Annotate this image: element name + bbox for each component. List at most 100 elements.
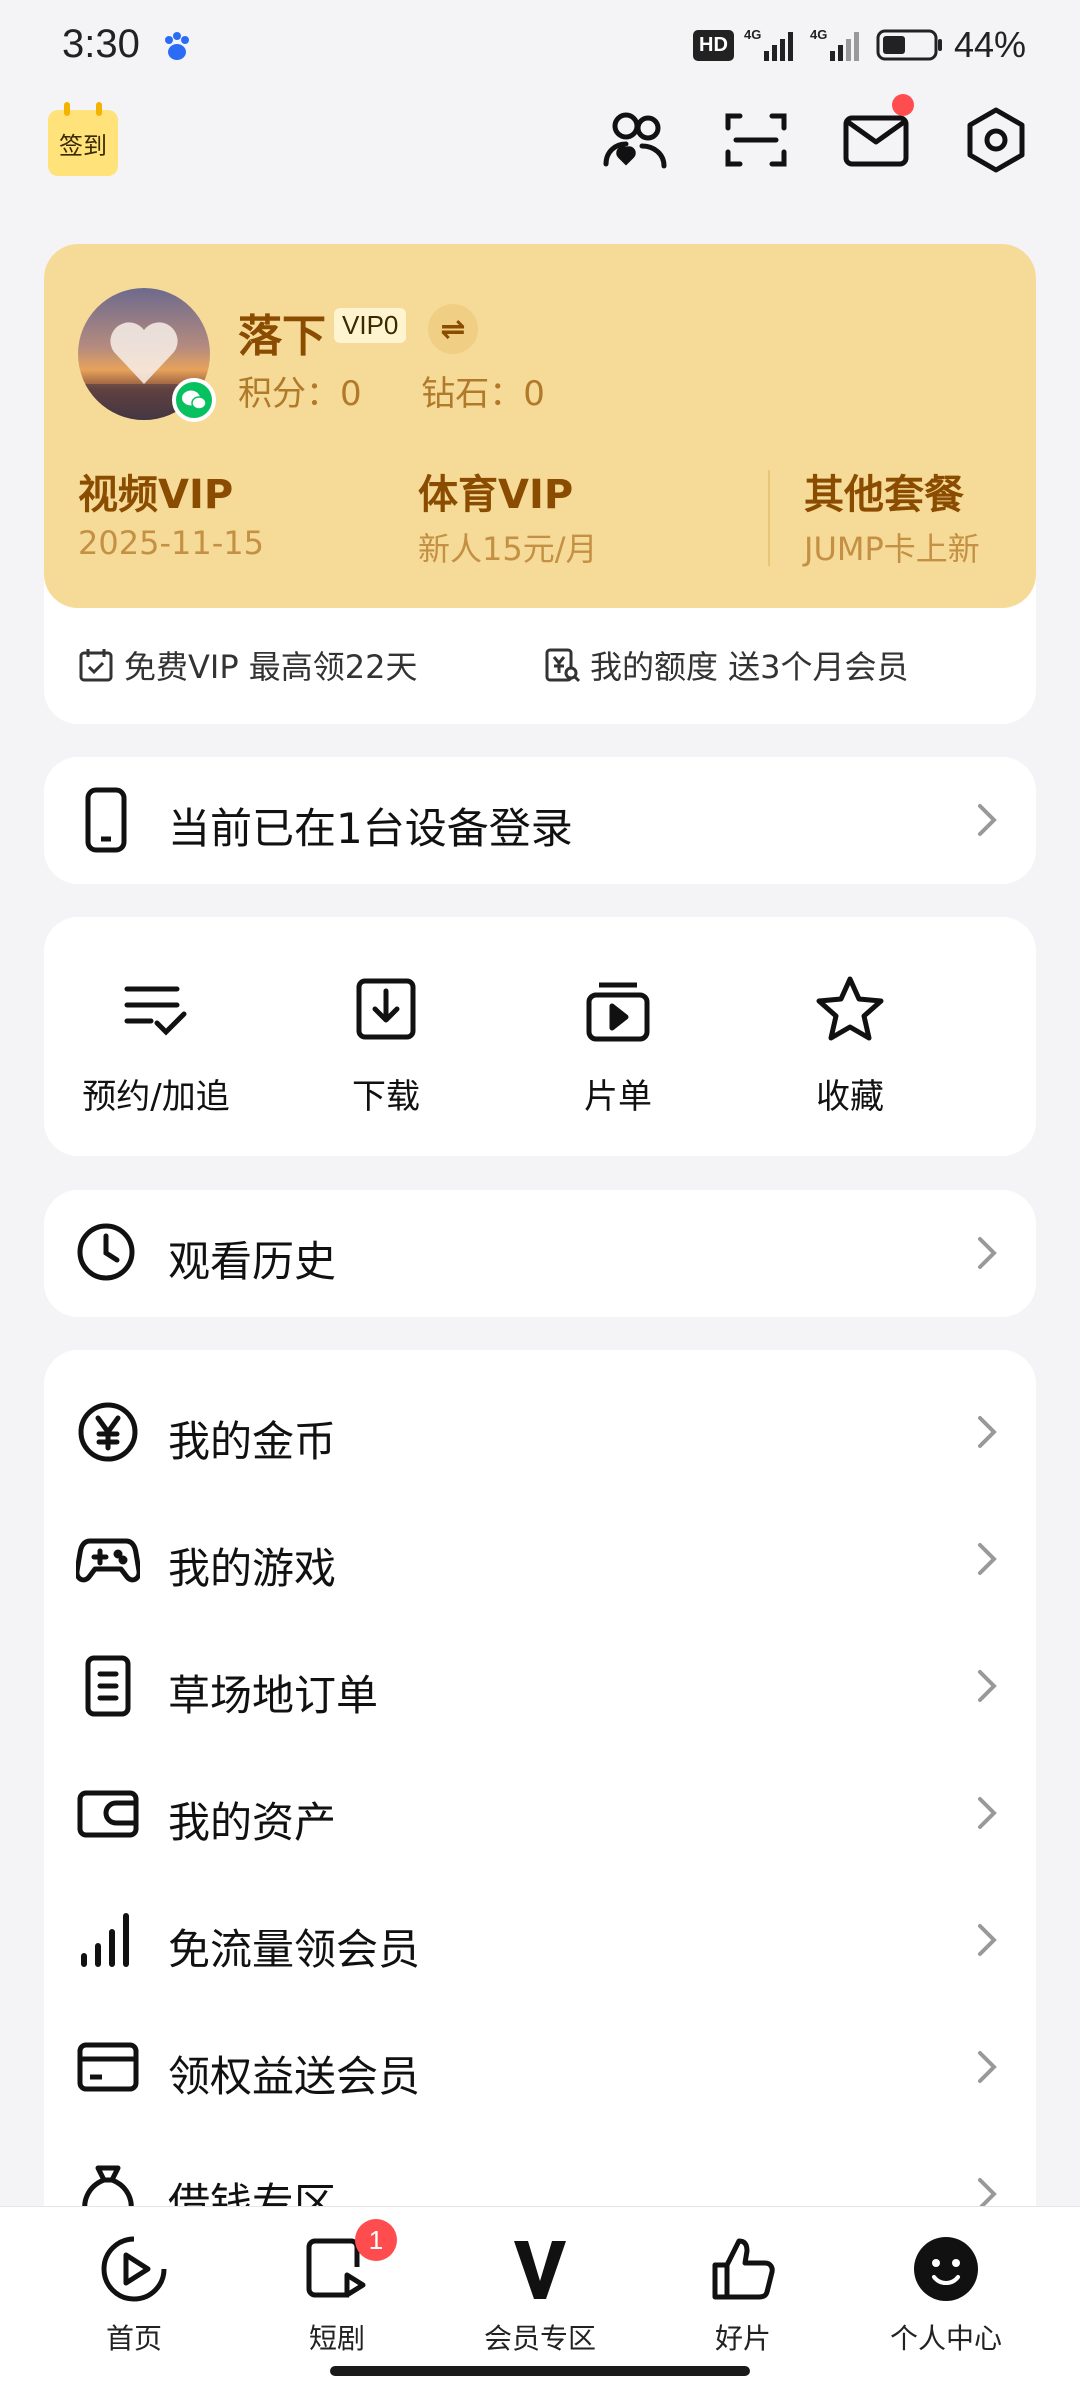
- other-plans-sub: JUMP卡上新: [804, 530, 980, 568]
- nav-label: 会员专区: [483, 2322, 596, 2355]
- menu-item-coins[interactable]: 我的金币: [44, 1370, 1036, 1497]
- signal-bars-icon: [81, 1913, 129, 1967]
- wallet-icon: [77, 1790, 139, 1838]
- menu-item-assets[interactable]: 我的资产: [44, 1751, 1036, 1878]
- vip-card-header[interactable]: 落下 VIP0 ⇌ 积分：0 钻石：0 视频VIP 2025-11-15 体育V…: [44, 244, 1036, 608]
- chevron-right-icon: [978, 1924, 997, 1956]
- points-label: 积分：0: [238, 374, 362, 414]
- device-login-label: 当前已在1台设备登录: [168, 804, 573, 853]
- chevron-right-icon: [978, 804, 997, 836]
- signin-label: 签到: [59, 131, 107, 160]
- watch-history-label: 观看历史: [168, 1237, 337, 1286]
- nav-label: 好片: [714, 2322, 771, 2355]
- switch-arrows-icon: ⇌: [440, 311, 466, 347]
- scan-icon: [725, 113, 787, 167]
- status-indicators: HD 4G 4G 44%: [693, 24, 1026, 66]
- sports-vip-sub: 新人15元/月: [418, 530, 598, 568]
- playlist-icon: [586, 982, 650, 1042]
- list-check-icon: [124, 986, 187, 1036]
- nav-profile[interactable]: 个人中心: [846, 2233, 1046, 2357]
- wechat-icon: [172, 378, 216, 422]
- home-play-icon: [101, 2236, 167, 2302]
- menu-item-free-data[interactable]: 免流量领会员: [44, 1878, 1036, 2005]
- free-vip-label: 免费VIP 最高领22天: [124, 648, 418, 686]
- menu-item-label: 我的资产: [168, 1798, 337, 1847]
- settings-button[interactable]: [956, 100, 1036, 180]
- calendar-check-icon: [79, 649, 113, 682]
- nav-short-drama[interactable]: 1 短剧: [237, 2219, 437, 2357]
- menu-item-label: 我的金币: [168, 1417, 337, 1466]
- chevron-right-icon: [978, 1543, 997, 1575]
- nav-label: 短剧: [308, 2322, 365, 2355]
- diamonds-label: 钻石：0: [421, 374, 545, 414]
- svg-text:4G: 4G: [744, 27, 761, 42]
- username: 落下: [238, 311, 326, 362]
- video-vip-expiry: 2025-11-15: [78, 524, 264, 562]
- quick-action-playlist[interactable]: 片单: [508, 973, 728, 1118]
- yen-coin-icon: [78, 1402, 138, 1462]
- watch-history-row[interactable]: 观看历史: [44, 1190, 1036, 1317]
- download-icon: [356, 978, 416, 1040]
- chevron-right-icon: [978, 1237, 997, 1269]
- sports-vip-title[interactable]: 体育VIP: [418, 462, 573, 520]
- clock-icon: [77, 1223, 135, 1281]
- home-indicator[interactable]: [330, 2366, 750, 2376]
- quota-search-icon: [545, 648, 580, 683]
- nav-home[interactable]: 首页: [34, 2233, 234, 2357]
- menu-item-label: 领权益送会员: [168, 2052, 421, 2101]
- chevron-right-icon: [978, 1797, 997, 1829]
- switch-account-button[interactable]: ⇌: [428, 304, 478, 354]
- battery-percent: 44%: [953, 24, 1026, 65]
- phone-icon: [85, 787, 127, 853]
- vip-card: 落下 VIP0 ⇌ 积分：0 钻石：0 视频VIP 2025-11-15 体育V…: [44, 244, 1036, 724]
- nav-label: 个人中心: [889, 2322, 1002, 2355]
- scan-button[interactable]: [716, 100, 796, 180]
- chevron-right-icon: [978, 1670, 997, 1702]
- quick-action-label: 预约/加追: [82, 1077, 230, 1117]
- mail-icon: [843, 115, 909, 167]
- hd-badge: HD: [693, 29, 734, 61]
- nav-good-films[interactable]: 好片: [643, 2233, 843, 2357]
- star-icon: [816, 976, 884, 1041]
- signal-4g-icon: 4G: [744, 27, 793, 61]
- menu-item-label: 我的游戏: [168, 1544, 337, 1593]
- menu-list: 我的金币 我的游戏 草场地订单 我的资产 免流量领会员 领权益送会员 借钱专区: [44, 1350, 1036, 2250]
- chevron-right-icon: [978, 1416, 997, 1448]
- signal-4g-icon-2: 4G: [810, 27, 859, 61]
- my-quota-link[interactable]: 我的额度 送3个月会员: [544, 642, 909, 688]
- short-drama-badge: 1: [355, 2219, 397, 2261]
- quick-action-label: 收藏: [816, 1077, 884, 1117]
- my-quota-label: 我的额度 送3个月会员: [590, 648, 909, 686]
- svg-text:4G: 4G: [810, 27, 827, 42]
- baidu-paw-icon: [165, 32, 189, 60]
- card-icon: [77, 2042, 139, 2092]
- signin-button[interactable]: 签到: [48, 102, 118, 176]
- quick-action-reserve[interactable]: 预约/加追: [46, 973, 266, 1118]
- friends-icon: [603, 112, 667, 169]
- quick-action-download[interactable]: 下载: [276, 973, 496, 1118]
- message-unread-dot: [892, 94, 914, 116]
- other-plans-title[interactable]: 其他套餐: [804, 462, 964, 520]
- chevron-right-icon: [978, 2051, 997, 2083]
- quick-action-label: 下载: [352, 1077, 420, 1117]
- quick-action-favorites[interactable]: 收藏: [740, 973, 960, 1118]
- vip-level-badge: VIP0: [334, 308, 407, 343]
- settings-hex-icon: [967, 107, 1025, 173]
- device-login-row[interactable]: 当前已在1台设备登录: [44, 757, 1036, 884]
- profile-face-icon: [914, 2237, 978, 2301]
- free-vip-link[interactable]: 免费VIP 最高领22天: [78, 642, 418, 688]
- messages-button[interactable]: [836, 94, 916, 180]
- menu-item-benefits[interactable]: 领权益送会员: [44, 2005, 1036, 2132]
- quick-actions-card: 预约/加追 下载 片单 收藏: [44, 917, 1036, 1156]
- video-vip-title[interactable]: 视频VIP: [78, 462, 233, 520]
- gamepad-icon: [76, 1538, 140, 1583]
- friends-button[interactable]: [596, 100, 676, 180]
- menu-item-label: 免流量领会员: [168, 1925, 421, 1974]
- vip-divider: [768, 470, 770, 566]
- order-icon: [85, 1655, 131, 1717]
- menu-item-orders[interactable]: 草场地订单: [44, 1624, 1036, 1751]
- points-row: 积分：0 钻石：0: [238, 366, 545, 415]
- nav-vip-zone[interactable]: 会员专区: [440, 2233, 640, 2357]
- status-time: 3:30: [62, 22, 140, 66]
- menu-item-games[interactable]: 我的游戏: [44, 1497, 1036, 1624]
